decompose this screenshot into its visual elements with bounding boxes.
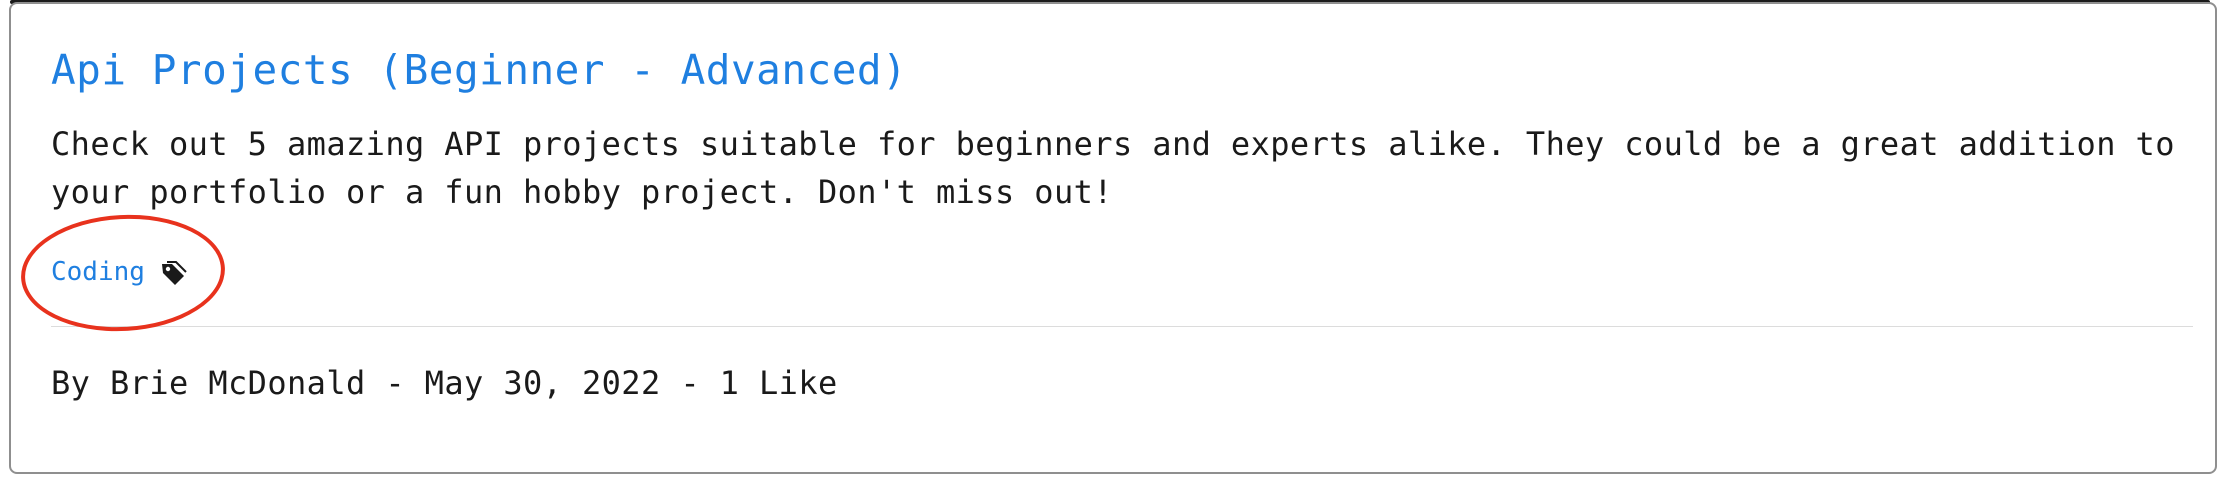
meta-date: May 30, 2022 xyxy=(424,364,661,402)
post-description: Check out 5 amazing API projects suitabl… xyxy=(51,125,2175,211)
tag-link-coding[interactable]: Coding xyxy=(51,257,145,287)
meta-author: Brie McDonald xyxy=(110,364,366,402)
card-divider xyxy=(51,326,2193,327)
meta-likes: 1 Like xyxy=(719,364,838,402)
tag-row: Coding xyxy=(51,256,187,288)
post-title-link[interactable]: Api Projects (Beginner - Advanced) xyxy=(51,46,907,94)
tag-icon xyxy=(159,260,187,288)
meta-separator-2: - xyxy=(660,364,720,402)
post-meta: By Brie McDonald - May 30, 2022 - 1 Like xyxy=(51,364,838,402)
meta-by-prefix: By xyxy=(51,364,110,402)
post-card: Api Projects (Beginner - Advanced) Check… xyxy=(9,2,2217,474)
meta-separator-1: - xyxy=(365,364,425,402)
